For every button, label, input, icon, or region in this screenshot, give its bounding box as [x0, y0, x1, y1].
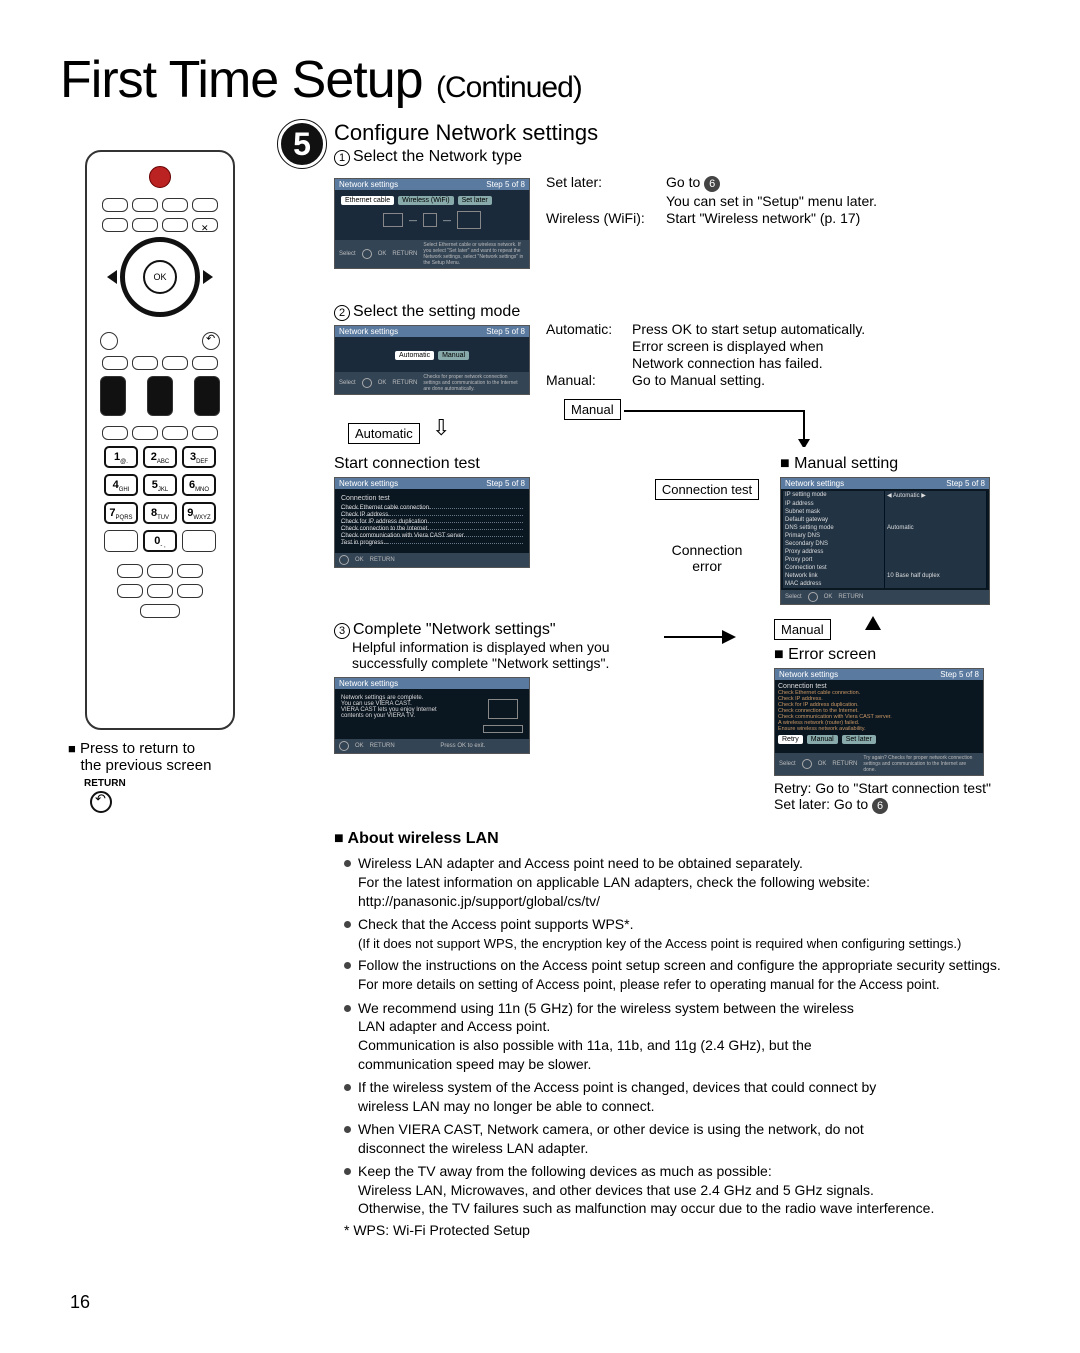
panel-complete: Network settings Network settings are co…	[334, 677, 530, 754]
about-wireless-lan: About wireless LAN Wireless LAN adapter …	[334, 830, 1020, 1238]
return-note: ■ Press to return to the previous screen	[60, 740, 260, 774]
key-2[interactable]: 2ABC	[143, 446, 177, 468]
wlan-heading: About wireless LAN	[334, 830, 1020, 848]
ok-button[interactable]: OK	[143, 260, 177, 294]
panel-connection-test: Network settingsStep 5 of 8 Connection t…	[334, 477, 530, 568]
key-1[interactable]: 1@.	[104, 446, 138, 468]
ref-6-b: 6	[872, 798, 888, 814]
tab-automatic[interactable]: Automatic	[395, 351, 434, 360]
return-button[interactable]: ↶	[202, 332, 220, 350]
title-suffix: (Continued)	[436, 71, 582, 104]
substep-2: 2Select the setting mode	[334, 303, 1020, 321]
arrow-right-icon	[664, 625, 744, 665]
option-button[interactable]	[100, 332, 118, 350]
wlan-bullet-2: Check that the Access point supports WPS…	[344, 915, 1020, 953]
tab-ethernet[interactable]: Ethernet cable	[341, 196, 394, 205]
return-label: RETURN	[84, 778, 260, 789]
remote-led	[149, 166, 171, 188]
setting-mode-notes: Automatic:Press OK to start setup automa…	[546, 321, 865, 389]
tab-setlater-2[interactable]: Set later	[842, 735, 876, 744]
connection-labels: Connection test Connectionerror	[652, 449, 762, 574]
label-manual-2: Manual	[774, 619, 831, 640]
arrow-left-icon[interactable]	[107, 270, 117, 284]
step-badge: 5	[278, 120, 326, 168]
step-title: Configure Network settings	[334, 120, 598, 146]
wlan-bullet-1: Wireless LAN adapter and Access point ne…	[344, 854, 1020, 911]
wlan-bullet-4: We recommend using 11n (5 GHz) for the w…	[344, 999, 1020, 1075]
page-number: 16	[70, 1292, 90, 1313]
remote-column: OK ↶ 1@. 2ABC 3DEF 4GHI 5JKL 6MNO	[60, 120, 260, 1238]
key-5[interactable]: 5JKL	[143, 474, 177, 496]
arrow-right-icon[interactable]	[203, 270, 213, 284]
key-8[interactable]: 8TUV	[143, 502, 177, 524]
return-icon	[90, 791, 112, 813]
key-4[interactable]: 4GHI	[104, 474, 138, 496]
tab-setlater[interactable]: Set later	[458, 196, 492, 205]
error-screen-heading: Error screen	[774, 646, 1020, 664]
panel-manual-setting: Network settingsStep 5 of 8 IP setting m…	[780, 477, 990, 605]
wlan-bullet-6: When VIERA CAST, Network camera, or othe…	[344, 1120, 1020, 1158]
complete-desc: Helpful information is displayed when yo…	[334, 639, 634, 671]
start-connection-heading: Start connection test	[334, 455, 634, 473]
remote-illustration: OK ↶ 1@. 2ABC 3DEF 4GHI 5JKL 6MNO	[85, 150, 235, 730]
tab-wifi[interactable]: Wireless (WiFi)	[398, 196, 453, 205]
network-type-notes: Set later:Go to 6 You can set in "Setup"…	[546, 174, 877, 227]
tab-manual-2[interactable]: Manual	[807, 735, 838, 744]
key-0[interactable]: 0- ,	[143, 530, 177, 552]
wlan-bullet-5: If the wireless system of the Access poi…	[344, 1078, 1020, 1116]
page-title: First Time Setup (Continued)	[60, 50, 1020, 110]
arrow-down-icon: ⇩	[432, 415, 450, 441]
tab-retry[interactable]: Retry	[778, 735, 803, 744]
manual-setting-heading: Manual setting	[780, 455, 1020, 473]
manual-arrow	[624, 407, 884, 447]
key-6[interactable]: 6MNO	[182, 474, 216, 496]
key-7[interactable]: 7PQRS	[104, 502, 138, 524]
label-connection-test: Connection test	[655, 479, 759, 500]
nav-pad[interactable]: OK	[105, 242, 215, 312]
close-icon[interactable]	[192, 218, 218, 232]
arrow-up-icon	[865, 616, 881, 630]
label-automatic: Automatic	[348, 423, 420, 444]
panel-setting-mode: Network settingsStep 5 of 8 Automatic Ma…	[334, 325, 530, 395]
tab-manual[interactable]: Manual	[438, 351, 469, 360]
title-main: First Time Setup	[60, 51, 423, 109]
ref-6: 6	[704, 176, 720, 192]
wlan-bullet-7: Keep the TV away from the following devi…	[344, 1162, 1020, 1219]
key-3[interactable]: 3DEF	[182, 446, 216, 468]
wlan-bullet-3: Follow the instructions on the Access po…	[344, 956, 1020, 994]
panel-network-type: Network settingsStep 5 of 8 Ethernet cab…	[334, 178, 530, 269]
panel-error: Network settingsStep 5 of 8 Connection t…	[774, 668, 984, 776]
key-9[interactable]: 9WXYZ	[182, 502, 216, 524]
substep-3: 3Complete "Network settings"	[334, 621, 634, 639]
substep-1: 1Select the Network type	[334, 148, 598, 166]
wps-footnote: * WPS: Wi-Fi Protected Setup	[334, 1222, 1020, 1238]
label-manual-1: Manual	[564, 399, 621, 420]
error-notes: Retry: Go to "Start connection test" Set…	[774, 780, 1020, 814]
